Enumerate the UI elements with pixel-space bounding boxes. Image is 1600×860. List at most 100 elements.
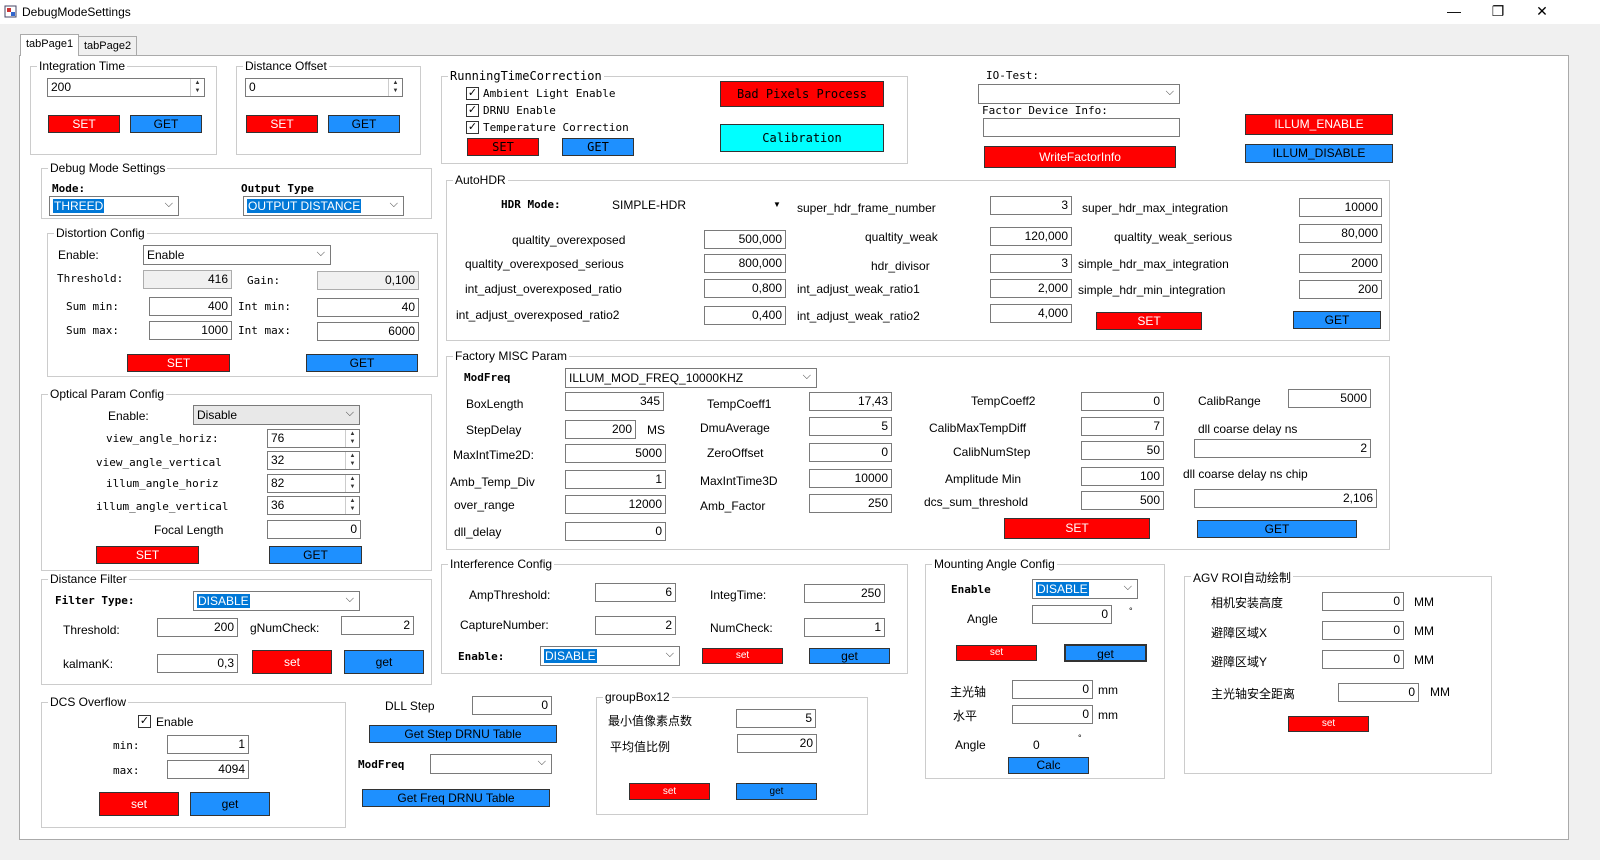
dll-coarse-chip-input[interactable]: 2,106 [1194, 489, 1377, 508]
dcs-max-input[interactable]: 4094 [167, 760, 249, 779]
dcs-min-input[interactable]: 1 [167, 735, 249, 754]
zerooffset-input[interactable]: 0 [809, 443, 892, 462]
rtc-get-button[interactable]: GET [562, 138, 634, 156]
calc-button[interactable]: Calc [1008, 757, 1089, 774]
tab-page2[interactable]: tabPage2 [78, 36, 138, 56]
int-min-input[interactable]: 40 [317, 298, 419, 317]
get-freq-drnu-button[interactable]: Get Freq DRNU Table [362, 789, 550, 807]
output-type-select[interactable]: OUTPUT DISTANCE ⌵ [243, 196, 404, 216]
amb-factor-input[interactable]: 250 [809, 494, 892, 513]
dcs-set-button[interactable]: set [99, 792, 179, 816]
dll-step-input[interactable]: 0 [472, 696, 552, 715]
int-adjust-weak-ratio1-input[interactable]: 2,000 [990, 279, 1072, 298]
factory-set-button[interactable]: SET [1004, 518, 1150, 539]
spinner-arrows-icon[interactable]: ▲ ▼ [190, 79, 204, 96]
illum-angle-vertical-input[interactable]: 36 ▲ ▼ [267, 496, 360, 515]
mounting-enable-select[interactable]: DISABLE ⌵ [1032, 579, 1138, 599]
illum-disable-button[interactable]: ILLUM_DISABLE [1245, 144, 1393, 163]
tempcoeff2-input[interactable]: 0 [1081, 392, 1164, 411]
spinner-arrows-icon[interactable]: ▲ ▼ [345, 497, 359, 514]
amplitude-min-input[interactable]: 100 [1081, 467, 1164, 486]
over-range-input[interactable]: 12000 [565, 495, 666, 514]
write-factor-info-button[interactable]: WriteFactorInfo [984, 146, 1176, 168]
groupbox12-get-button[interactable]: get [736, 783, 817, 800]
hdr-mode-select[interactable]: SIMPLE-HDR [612, 198, 686, 212]
factory-modfreq-select[interactable]: ILLUM_MOD_FREQ_10000KHZ ⌵ [565, 368, 817, 388]
optical-set-button[interactable]: SET [96, 546, 199, 564]
distance-offset-input[interactable]: 0 ▲ ▼ [245, 78, 403, 97]
gnumcheck-input[interactable]: 2 [341, 616, 414, 635]
focal-length-input[interactable]: 0 [267, 520, 361, 539]
dcs-enable-checkbox[interactable]: ✓ [138, 715, 151, 728]
distance-offset-get-button[interactable]: GET [328, 115, 400, 133]
dmuaverage-input[interactable]: 5 [809, 417, 892, 436]
autohdr-get-button[interactable]: GET [1293, 311, 1381, 329]
simple-hdr-max-integration-input[interactable]: 2000 [1299, 254, 1382, 273]
integration-set-button[interactable]: SET [48, 115, 120, 133]
boxlength-input[interactable]: 345 [565, 392, 664, 411]
stepdelay-input[interactable]: 200 [565, 420, 636, 439]
view-angle-vertical-input[interactable]: 32 ▲ ▼ [267, 451, 360, 470]
main-axis-input[interactable]: 0 [1012, 680, 1093, 699]
rtc-set-button[interactable]: SET [467, 138, 539, 156]
qualtity-overexposed-input[interactable]: 500,000 [704, 230, 786, 249]
sum-min-input[interactable]: 400 [149, 297, 232, 316]
mounting-angle-input[interactable]: 0 [1032, 605, 1112, 624]
distortion-enable-select[interactable]: Enable ⌵ [143, 245, 331, 265]
int-max-input[interactable]: 6000 [317, 322, 419, 341]
io-test-select[interactable]: ⌵ [978, 84, 1180, 104]
int-adjust-overexposed-ratio-input[interactable]: 0,800 [704, 279, 786, 298]
mounting-set-button[interactable]: set [956, 645, 1037, 661]
distortion-set-button[interactable]: SET [127, 354, 230, 372]
amb-temp-div-input[interactable]: 1 [565, 470, 666, 489]
calibrange-input[interactable]: 5000 [1288, 389, 1371, 408]
temperature-correction-checkbox[interactable]: ✓ [466, 121, 479, 134]
dll-coarse-input[interactable]: 2 [1194, 439, 1371, 458]
dcs-get-button[interactable]: get [190, 792, 270, 816]
super-hdr-frame-number-input[interactable]: 3 [990, 196, 1072, 215]
qualtity-weak-input[interactable]: 120,000 [990, 227, 1072, 246]
illum-enable-button[interactable]: ILLUM_ENABLE [1245, 114, 1393, 135]
interference-get-button[interactable]: get [809, 648, 890, 664]
filter-type-select[interactable]: DISABLE ⌵ [193, 591, 360, 611]
camera-height-input[interactable]: 0 [1322, 592, 1404, 611]
close-icon[interactable]: ✕ [1520, 0, 1564, 24]
safe-distance-input[interactable]: 0 [1338, 683, 1419, 702]
dropdown-arrow-icon[interactable]: ▼ [773, 200, 781, 209]
kalmank-input[interactable]: 0,3 [157, 654, 238, 673]
horizontal-input[interactable]: 0 [1012, 705, 1093, 724]
maxinttime2d-input[interactable]: 5000 [565, 444, 666, 463]
tab-page1[interactable]: tabPage1 [20, 34, 80, 56]
area-y-input[interactable]: 0 [1322, 650, 1404, 669]
spinner-arrows-icon[interactable]: ▲ ▼ [388, 79, 402, 96]
groupbox12-set-button[interactable]: set [629, 783, 710, 800]
mode-select[interactable]: THREED ⌵ [49, 196, 179, 216]
capturenumber-input[interactable]: 2 [595, 616, 676, 635]
dll-modfreq-select[interactable]: ⌵ [430, 754, 552, 774]
calibmaxtempdiff-input[interactable]: 7 [1081, 417, 1164, 436]
spinner-arrows-icon[interactable]: ▲ ▼ [345, 430, 359, 447]
interference-enable-select[interactable]: DISABLE ⌵ [540, 646, 680, 666]
df-set-button[interactable]: set [252, 650, 332, 674]
agv-set-button[interactable]: set [1288, 716, 1369, 732]
calibnumstep-input[interactable]: 50 [1081, 441, 1164, 460]
avg-ratio-input[interactable]: 20 [737, 734, 817, 753]
bad-pixels-button[interactable]: Bad Pixels Process [720, 81, 884, 107]
maximize-icon[interactable]: ❐ [1476, 0, 1520, 24]
integration-get-button[interactable]: GET [130, 115, 202, 133]
factory-get-button[interactable]: GET [1197, 520, 1357, 538]
ampthreshold-input[interactable]: 6 [595, 583, 676, 602]
tempcoeff1-input[interactable]: 17,43 [809, 392, 892, 411]
mounting-get-button[interactable]: get [1064, 644, 1147, 662]
numcheck-input[interactable]: 1 [804, 618, 885, 637]
int-adjust-weak-ratio2-input[interactable]: 4,000 [990, 304, 1072, 323]
factor-device-info-input[interactable] [983, 118, 1180, 137]
spinner-arrows-icon[interactable]: ▲ ▼ [345, 475, 359, 492]
area-x-input[interactable]: 0 [1322, 621, 1404, 640]
qualtity-overexposed-serious-input[interactable]: 800,000 [704, 254, 786, 273]
integration-time-input[interactable]: 200 ▲ ▼ [47, 78, 205, 97]
df-threshold-input[interactable]: 200 [157, 618, 238, 637]
get-step-drnu-button[interactable]: Get Step DRNU Table [369, 725, 557, 743]
super-hdr-max-integration-input[interactable]: 10000 [1299, 198, 1382, 217]
autohdr-set-button[interactable]: SET [1096, 312, 1202, 330]
